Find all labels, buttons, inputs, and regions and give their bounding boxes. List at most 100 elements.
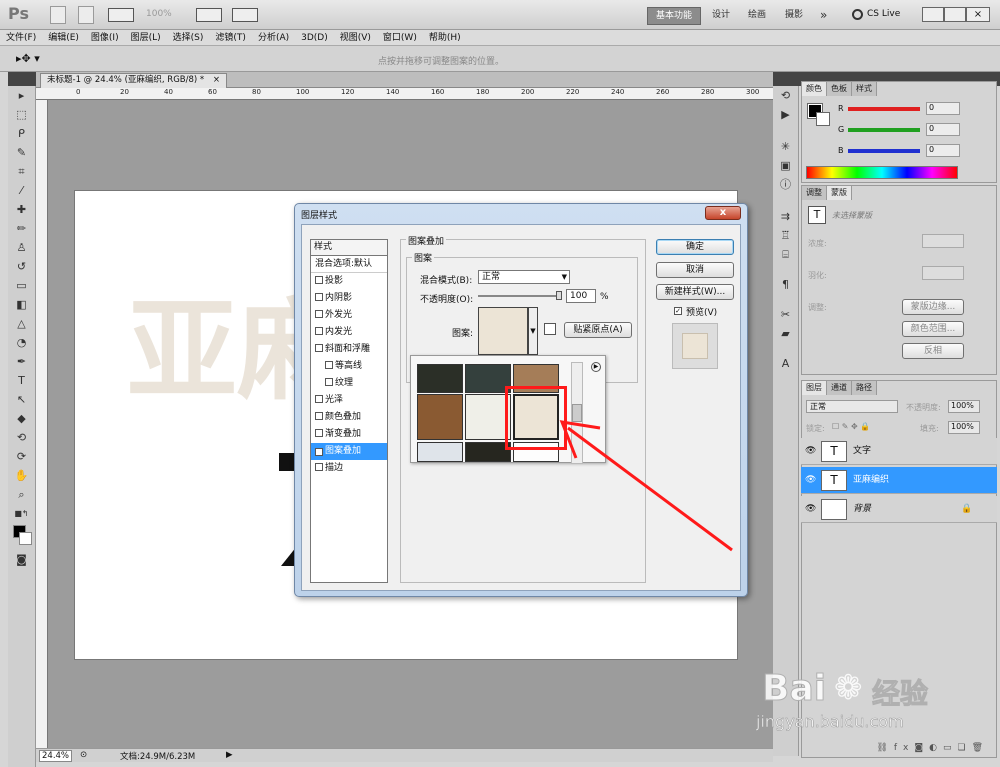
character-panel-icon[interactable]: A [776, 355, 796, 373]
effect-item[interactable]: 外发光 [311, 307, 387, 324]
menu-window[interactable]: 窗口(W) [377, 30, 423, 46]
color-range-button[interactable]: 颜色范围... [902, 321, 964, 337]
tab-styles[interactable]: 样式 [852, 82, 877, 96]
blend-options-item[interactable]: 混合选项:默认 [311, 256, 387, 273]
blur-tool-icon[interactable]: △ [12, 315, 32, 333]
pattern-picker-dropdown[interactable]: ▼ [528, 307, 538, 355]
menu-layer[interactable]: 图层(L) [125, 30, 167, 46]
adjustment-layer-icon[interactable]: ◐ [929, 743, 943, 753]
minimize-button[interactable] [922, 7, 944, 22]
effect-item[interactable]: 内发光 [311, 324, 387, 341]
layer-row-background[interactable]: 👁 背景 🔒 [801, 496, 997, 523]
effect-checkbox[interactable] [325, 361, 333, 369]
panel-bg-color[interactable] [816, 112, 830, 126]
move-tool-preset-icon[interactable]: ▸✥ ▾ [16, 52, 40, 65]
info-panel-icon[interactable]: ⓘ [776, 176, 796, 194]
menu-file[interactable]: 文件(F) [0, 30, 42, 46]
3d-panel-icon[interactable]: ✳ [776, 138, 796, 156]
mask-edge-button[interactable]: 蒙版边缘... [902, 299, 964, 315]
ok-button[interactable]: 确定 [656, 239, 734, 255]
cancel-button[interactable]: 取消 [656, 262, 734, 278]
effect-checkbox[interactable] [315, 276, 323, 284]
effect-item[interactable]: 颜色叠加 [311, 409, 387, 426]
preview-label[interactable]: 预览(V) [686, 305, 717, 318]
maximize-button[interactable] [944, 7, 966, 22]
history-panel-icon[interactable]: ⟲ [776, 87, 796, 105]
effect-item[interactable]: 纹理 [311, 375, 387, 392]
menu-view[interactable]: 视图(V) [334, 30, 377, 46]
fill-value[interactable]: 100% [948, 421, 980, 434]
opacity-input[interactable]: 100 [566, 289, 596, 303]
status-info-icon[interactable]: ⊙ [80, 750, 87, 760]
new-layer-icon[interactable]: ❏ [957, 743, 971, 753]
arrange-docs-icon[interactable] [108, 8, 134, 22]
tab-color[interactable]: 颜色 [802, 82, 827, 96]
menu-image[interactable]: 图像(I) [85, 30, 125, 46]
status-zoom[interactable]: 24.4% [39, 750, 73, 762]
new-group-icon[interactable]: ▭ [943, 743, 958, 753]
close-tab-icon[interactable]: × [213, 75, 220, 85]
menu-edit[interactable]: 编辑(E) [42, 30, 85, 46]
3d-rotate-tool-icon[interactable]: ⟲ [12, 429, 32, 447]
cs-live-label[interactable]: CS Live [867, 9, 900, 19]
effect-item[interactable]: 描边 [311, 460, 387, 477]
menu-filter[interactable]: 滤镜(T) [209, 30, 252, 46]
effect-checkbox[interactable] [315, 310, 323, 318]
zoom-level-combo[interactable]: 100% [146, 9, 172, 19]
bridge-icon[interactable] [50, 6, 66, 24]
status-menu-arrow-icon[interactable]: ▶ [226, 750, 233, 760]
quick-select-tool-icon[interactable]: ✎ [12, 144, 32, 162]
tool-presets-icon[interactable]: ⌸ [776, 246, 796, 264]
new-preset-icon[interactable] [544, 323, 556, 335]
animation-panel-icon[interactable]: ✂ [776, 306, 796, 324]
effect-checkbox[interactable] [315, 395, 323, 403]
eyedropper-tool-icon[interactable]: ⁄ [12, 182, 32, 200]
snap-origin-button[interactable]: 贴紧原点(A) [564, 322, 632, 338]
layer-row-linen[interactable]: 👁 T 亚麻编织 [801, 467, 997, 494]
effect-checkbox[interactable] [315, 463, 323, 471]
clone-source-icon[interactable]: ♖ [776, 227, 796, 245]
dodge-tool-icon[interactable]: ◔ [12, 334, 32, 352]
picker-menu-icon[interactable]: ▶ [591, 362, 601, 372]
effect-item[interactable]: 等高线 [311, 358, 387, 375]
menu-select[interactable]: 选择(S) [167, 30, 210, 46]
density-field[interactable] [922, 234, 964, 248]
layer-blend-select[interactable]: 正常 [806, 400, 898, 413]
type-tool-icon[interactable]: T [12, 372, 32, 390]
lock-icons[interactable]: ☐ ✎ ✥ 🔒 [832, 422, 870, 431]
path-select-tool-icon[interactable]: ↖ [12, 391, 32, 409]
effect-checkbox[interactable] [315, 293, 323, 301]
layer-opacity-value[interactable]: 100% [948, 400, 980, 413]
effect-item[interactable]: 投影 [311, 273, 387, 290]
blend-mode-select[interactable]: 正常 ▼ [478, 270, 570, 284]
move-tool-icon[interactable]: ▸ [12, 87, 32, 105]
effect-checkbox[interactable] [315, 429, 323, 437]
screen-mode-icon[interactable] [196, 8, 222, 22]
hand-tool-icon[interactable]: ✋ [12, 467, 32, 485]
preview-checkbox[interactable]: ✓ [674, 307, 682, 315]
pattern-picker[interactable] [478, 307, 528, 355]
close-window-button[interactable]: × [966, 7, 990, 22]
swap-colors-icon[interactable]: ■↰ [12, 505, 32, 523]
tab-paths[interactable]: 路径 [852, 381, 877, 395]
eye-icon[interactable]: 👁 [805, 474, 817, 486]
effect-item[interactable]: 光泽 [311, 392, 387, 409]
invert-button[interactable]: 反相 [902, 343, 964, 359]
effect-item[interactable]: 渐变叠加 [311, 426, 387, 443]
opacity-slider-handle[interactable] [556, 291, 562, 300]
crop-tool-icon[interactable]: ⌗ [12, 163, 32, 181]
lasso-tool-icon[interactable]: ᑭ [12, 125, 32, 143]
pattern-swatch[interactable] [417, 394, 463, 440]
eye-icon[interactable]: 👁 [805, 503, 817, 515]
marquee-tool-icon[interactable]: ⬚ [12, 106, 32, 124]
layer-row-text[interactable]: 👁 T 文字 [801, 438, 997, 465]
actions-panel-icon[interactable]: ▶ [776, 106, 796, 124]
workspace-design[interactable]: 设计 [704, 7, 738, 25]
pattern-swatch[interactable] [417, 364, 463, 393]
channel-r-slider[interactable] [848, 107, 920, 111]
measurement-log-icon[interactable]: ▰ [776, 325, 796, 343]
feather-field[interactable] [922, 266, 964, 280]
effect-item[interactable]: ✓ 图案叠加 [311, 443, 387, 460]
paragraph-panel-icon[interactable]: ¶ [776, 276, 796, 294]
effect-checkbox[interactable] [315, 412, 323, 420]
